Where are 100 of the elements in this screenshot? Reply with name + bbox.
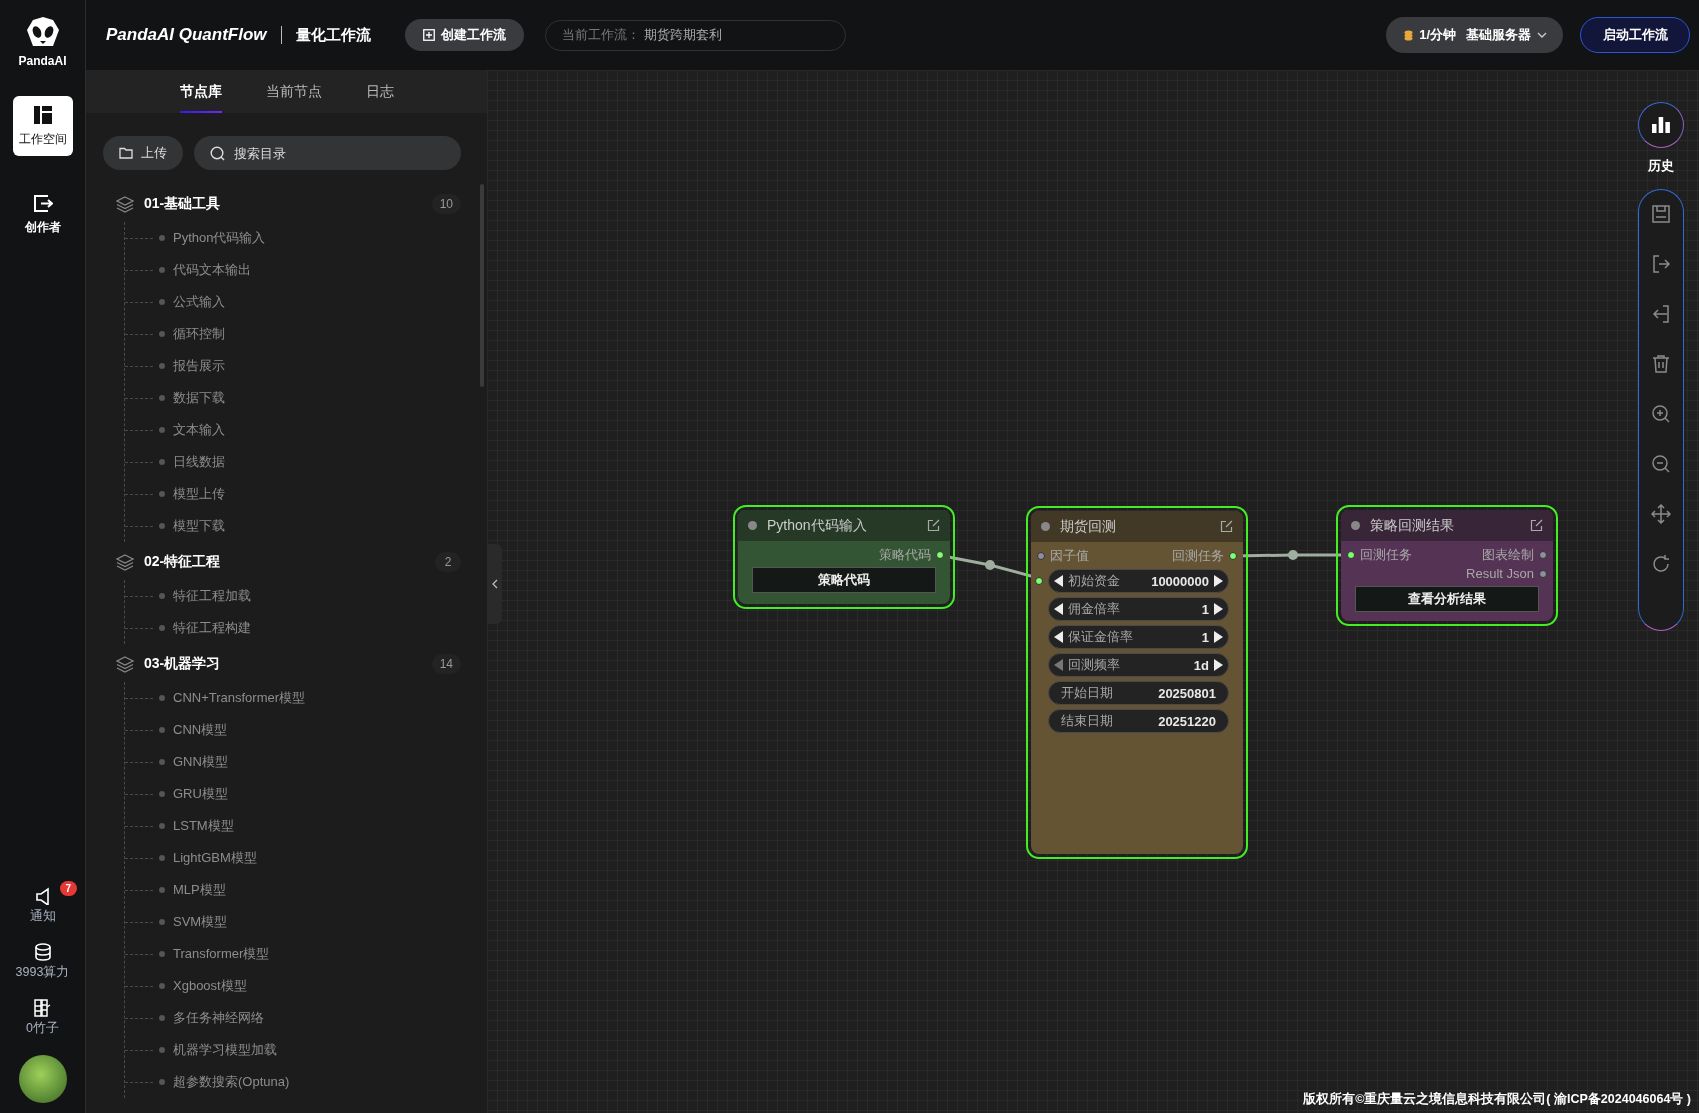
right-arrow-icon[interactable] xyxy=(1213,658,1224,672)
node-library-item[interactable]: CNN模型 xyxy=(173,721,228,739)
panel-tab[interactable]: 当前节点 xyxy=(243,70,344,113)
status-dot xyxy=(1041,522,1050,531)
output-port[interactable] xyxy=(1229,551,1237,560)
node-library-item[interactable]: 多任务神经网络 xyxy=(173,1009,264,1027)
edit-icon[interactable] xyxy=(1220,520,1233,533)
save-icon[interactable] xyxy=(1651,204,1671,224)
bar-chart-icon xyxy=(1652,117,1670,133)
node-library-item[interactable]: Python代码输入 xyxy=(173,229,266,247)
move-icon[interactable] xyxy=(1651,504,1671,524)
right-arrow-icon[interactable] xyxy=(1213,602,1224,616)
left-arrow-icon[interactable] xyxy=(1053,574,1064,588)
node-library-item[interactable]: SVM模型 xyxy=(173,913,228,931)
category-title: 02-特征工程 xyxy=(144,553,222,571)
node-library-item[interactable]: 代码文本输出 xyxy=(173,261,251,279)
node-library-item[interactable]: 报告展示 xyxy=(173,357,225,375)
node-library-item[interactable]: 模型下载 xyxy=(173,517,225,535)
refresh-icon[interactable] xyxy=(1651,554,1671,574)
edit-icon[interactable] xyxy=(1530,519,1543,532)
node-library-item[interactable]: GNN模型 xyxy=(173,753,228,771)
text-widget[interactable]: 开始日期 20250801 xyxy=(1048,681,1229,705)
nav-item[interactable]: 工作空间 xyxy=(12,96,73,156)
nav-item[interactable]: 创作者 xyxy=(12,184,73,244)
node-library-item[interactable]: CNN+Transformer模型 xyxy=(173,689,306,707)
export-icon[interactable] xyxy=(1651,254,1671,274)
output-port[interactable] xyxy=(1539,569,1547,578)
collapse-handle[interactable] xyxy=(487,544,502,624)
node-library-item[interactable]: Transformer模型 xyxy=(173,945,270,963)
node-library-item[interactable]: 公式输入 xyxy=(173,293,225,311)
node-library-item[interactable]: 特征工程加载 xyxy=(173,587,251,605)
node-library-item[interactable]: 超参数搜索(Optuna) xyxy=(173,1073,290,1091)
rail-button[interactable]: 3993算力 xyxy=(15,943,70,981)
field-value: 期货跨期套利 xyxy=(643,26,722,44)
edit-icon[interactable] xyxy=(927,519,940,532)
output-port[interactable] xyxy=(1539,550,1547,559)
output-port[interactable] xyxy=(936,550,944,559)
node-button[interactable]: 查看分析结果 xyxy=(1355,586,1539,612)
history-label: 历史 xyxy=(1648,157,1674,175)
number-stepper[interactable]: 回测频率 1d xyxy=(1048,653,1229,677)
right-arrow-icon[interactable] xyxy=(1213,630,1224,644)
notification-badge: 7 xyxy=(59,881,78,896)
bamboo-icon xyxy=(33,999,52,1017)
input-port[interactable] xyxy=(1035,577,1043,585)
category-title: 01-基础工具 xyxy=(144,195,222,213)
node-library-item[interactable]: MLP模型 xyxy=(173,881,226,899)
node-library-item[interactable]: 循环控制 xyxy=(173,325,225,343)
node-library-item[interactable]: 机器学习模型加载 xyxy=(173,1041,277,1059)
zoom-out-icon[interactable] xyxy=(1651,454,1671,474)
logo-icon xyxy=(24,16,61,48)
app-title: PandaAI QuantFlow xyxy=(106,25,267,45)
input-port[interactable] xyxy=(1037,551,1045,560)
chevron-left-icon xyxy=(491,579,498,589)
node-library-item[interactable]: Xgboost模型 xyxy=(173,977,247,995)
node-library-item[interactable]: LightGBM模型 xyxy=(173,849,257,867)
status-dot xyxy=(748,521,757,530)
port-label: 回测任务 xyxy=(1172,546,1224,565)
zoom-in-icon[interactable] xyxy=(1651,404,1671,424)
trash-icon[interactable] xyxy=(1651,354,1671,374)
panel-tab[interactable]: 日志 xyxy=(343,70,416,113)
node-library-item[interactable]: 特征工程构建 xyxy=(173,619,251,637)
chevron-down-icon xyxy=(1537,32,1547,38)
number-stepper[interactable]: 佣金倍率 1 xyxy=(1048,597,1229,621)
node-title: 期货回测 xyxy=(1060,517,1117,536)
node-library-item[interactable]: 日线数据 xyxy=(173,453,225,471)
create-workflow-button[interactable]: 创建工作流 xyxy=(404,19,524,51)
rail-button[interactable]: 0竹子 xyxy=(26,999,59,1037)
layers-icon xyxy=(116,195,134,213)
panel-tab[interactable]: 节点库 xyxy=(157,70,244,113)
start-workflow-button[interactable]: 启动工作流 xyxy=(1580,17,1690,53)
copyright-text: 版权所有©重庆量云之境信息科技有限公司( 渝ICP备2024046064号 ) xyxy=(1303,1091,1691,1108)
node-library-item[interactable]: 模型上传 xyxy=(173,485,225,503)
node-library-item[interactable]: LSTM模型 xyxy=(173,817,234,835)
port-label: 策略代码 xyxy=(879,545,931,564)
node-title: Python代码输入 xyxy=(767,516,868,535)
server-dropdown[interactable]: 1/分钟 基础服务器 xyxy=(1386,17,1563,53)
import-icon[interactable] xyxy=(1651,304,1671,324)
layout-icon xyxy=(32,104,53,125)
node-library-item[interactable]: 文本输入 xyxy=(173,421,225,439)
node-button[interactable]: 策略代码 xyxy=(752,567,936,593)
search-field[interactable]: 搜索目录 xyxy=(194,136,461,170)
layers-icon xyxy=(116,553,134,571)
left-arrow-icon[interactable] xyxy=(1053,630,1064,644)
text-widget[interactable]: 结束日期 20251220 xyxy=(1048,709,1229,733)
history-button[interactable] xyxy=(1638,102,1684,148)
upload-button[interactable]: 上传 xyxy=(103,136,183,170)
node-library-item[interactable]: 数据下载 xyxy=(173,389,225,407)
left-arrow-icon[interactable] xyxy=(1053,602,1064,616)
coins-icon xyxy=(1404,29,1414,41)
avatar[interactable] xyxy=(18,1055,67,1103)
node-library-item[interactable]: GRU模型 xyxy=(173,785,228,803)
number-stepper[interactable]: 保证金倍率 1 xyxy=(1048,625,1229,649)
status-dot xyxy=(1351,521,1360,530)
app-subtitle: 量化工作流 xyxy=(295,25,371,45)
category-title: 03-机器学习 xyxy=(144,655,222,673)
port-label: 图表绘制 xyxy=(1482,545,1534,564)
right-arrow-icon[interactable] xyxy=(1213,574,1224,588)
port-label: 回测任务 xyxy=(1360,545,1412,564)
input-port[interactable] xyxy=(1347,550,1355,559)
speaker-icon xyxy=(33,887,52,905)
